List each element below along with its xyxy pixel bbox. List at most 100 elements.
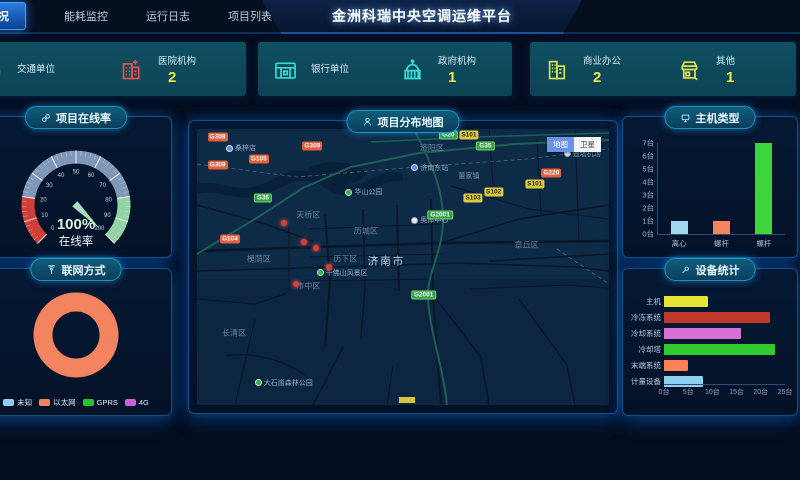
svg-text:100%: 100%	[57, 216, 95, 233]
online-rate-gauge: 0102030405060708090100100%在线率	[0, 131, 161, 256]
svg-text:80: 80	[105, 197, 112, 203]
device-label: 冷冻系统	[631, 312, 661, 323]
project-marker[interactable]	[301, 239, 307, 245]
panel-online-rate: 项目在线率 0102030405060708090100100%在线率	[0, 116, 172, 258]
device-stats-bar-chart: 主机冷冻系统冷却系统冷却塔末端系统计量设备0台5台10台15台20台25台	[631, 295, 785, 397]
bar-column: 离心	[671, 143, 688, 234]
map-layer-toggle: 地图卫星	[547, 137, 601, 152]
device-label: 计量设备	[631, 376, 661, 387]
shop-icon	[677, 56, 704, 83]
map-poi: 大石崮森林公园	[255, 378, 313, 388]
svg-text:50: 50	[73, 170, 80, 176]
map-town-label: 董家镇	[458, 171, 479, 181]
nav-tab-0[interactable]: 概况	[0, 2, 26, 30]
panel-title: 项目在线率	[56, 110, 111, 126]
panel-online-rate-header: 项目在线率	[25, 106, 127, 129]
map-poi: 桑梓店	[226, 143, 256, 153]
x-axis-ticks: 0台5台10台15台20台25台	[664, 387, 785, 397]
legend-item-1[interactable]: 以太网	[39, 397, 76, 408]
panel-device-stats-header: 设备统计	[665, 258, 756, 281]
stat-text: 医院机构2	[158, 53, 196, 86]
stat-value: 2	[168, 69, 196, 86]
device-bar	[664, 296, 708, 307]
device-row: 冷冻系统	[631, 311, 785, 323]
antenna-icon	[47, 265, 57, 275]
nav-tab-2[interactable]: 运行日志	[146, 8, 190, 24]
stat-item: 交通单位	[0, 42, 105, 96]
svg-text:20: 20	[40, 197, 47, 203]
map-district-label: 槐荫区	[247, 253, 271, 264]
stat-label: 其他	[716, 53, 735, 67]
stat-text: 政府机构1	[438, 53, 476, 86]
map-district-label: 市中区	[296, 281, 320, 292]
legend-item-0[interactable]: 未知	[3, 397, 32, 408]
device-track	[664, 312, 785, 323]
device-row: 冷却塔	[631, 343, 785, 355]
project-marker[interactable]	[313, 245, 319, 251]
map-district-label: 章丘区	[515, 239, 539, 250]
svg-text:0: 0	[51, 226, 55, 232]
x-tick: 0台	[659, 387, 670, 397]
stat-item: 医院机构2	[105, 42, 246, 96]
link-icon	[41, 113, 51, 123]
x-axis-label: 离心	[672, 238, 687, 249]
device-label: 末端系统	[631, 360, 661, 371]
device-bar	[664, 360, 688, 371]
y-axis-tick: 2台	[642, 203, 654, 214]
stat-text: 其他1	[716, 53, 735, 86]
stat-value: 1	[448, 69, 476, 86]
project-marker[interactable]	[326, 264, 332, 270]
panel-host-type-header: 主机类型	[665, 106, 756, 129]
car-icon	[0, 56, 5, 83]
device-track	[664, 296, 785, 307]
legend-swatch	[83, 399, 94, 406]
stat-label: 商业办公	[583, 53, 621, 67]
stat-text: 银行单位	[311, 61, 349, 77]
road-badge: G35	[254, 194, 272, 203]
person-icon	[363, 117, 373, 127]
device-bar	[664, 328, 741, 339]
network-donut-chart	[0, 285, 161, 390]
map-district-label: 长清区	[222, 328, 246, 339]
map-canvas[interactable]: 地图卫星 济南市天桥区历城区历下区市中区槐荫区长清区章丘区济阳区董家镇G308G…	[197, 129, 609, 405]
legend-label: 4G	[139, 398, 149, 407]
legend-swatch	[39, 399, 50, 406]
panel-title: 主机类型	[696, 110, 740, 126]
legend-item-2[interactable]: GPRS	[83, 397, 118, 408]
panel-network-mode: 联网方式 未知以太网GPRS4G	[0, 268, 172, 416]
device-label: 主机	[631, 296, 661, 307]
project-marker[interactable]	[293, 281, 299, 287]
poi-dot-icon	[411, 164, 418, 171]
map-toggle-satellite[interactable]: 卫星	[574, 137, 601, 152]
poi-dot-icon	[411, 217, 418, 224]
bar-离心	[671, 221, 688, 234]
svg-text:10: 10	[41, 213, 48, 219]
legend-item-3[interactable]: 4G	[125, 397, 149, 408]
stat-value: 2	[593, 69, 621, 86]
legend-swatch	[125, 399, 136, 406]
svg-text:60: 60	[88, 173, 95, 179]
nav-tab-3[interactable]: 项目列表	[228, 8, 272, 24]
device-track	[664, 344, 785, 355]
stat-card-0: 交通单位 医院机构2	[0, 42, 246, 96]
road-badge: G105	[249, 155, 269, 164]
panel-title: 设备统计	[696, 262, 740, 278]
x-axis-label: 螺杆	[714, 238, 729, 249]
map-toggle-map[interactable]: 地图	[547, 137, 574, 152]
x-tick: 5台	[683, 387, 694, 397]
navbar: 概况能耗监控运行日志项目列表视频监控 金洲科瑞中央空调运维平台	[0, 0, 800, 34]
poi-dot-icon	[317, 269, 324, 276]
poi-dot-icon	[255, 379, 262, 386]
panel-project-map: 项目分布地图	[188, 120, 618, 414]
svg-text:在线率: 在线率	[59, 234, 94, 248]
y-axis-tick: 5台	[642, 164, 654, 175]
nav-tab-1[interactable]: 能耗监控	[64, 8, 108, 24]
project-marker[interactable]	[281, 220, 287, 226]
svg-text:100: 100	[94, 226, 105, 232]
map-poi: 济南东站	[411, 163, 448, 173]
stat-label: 交通单位	[17, 61, 55, 75]
stat-item: 银行单位	[258, 42, 385, 96]
x-tick: 25台	[778, 387, 793, 397]
svg-text:90: 90	[104, 213, 111, 219]
road-badge: S101	[459, 130, 478, 139]
